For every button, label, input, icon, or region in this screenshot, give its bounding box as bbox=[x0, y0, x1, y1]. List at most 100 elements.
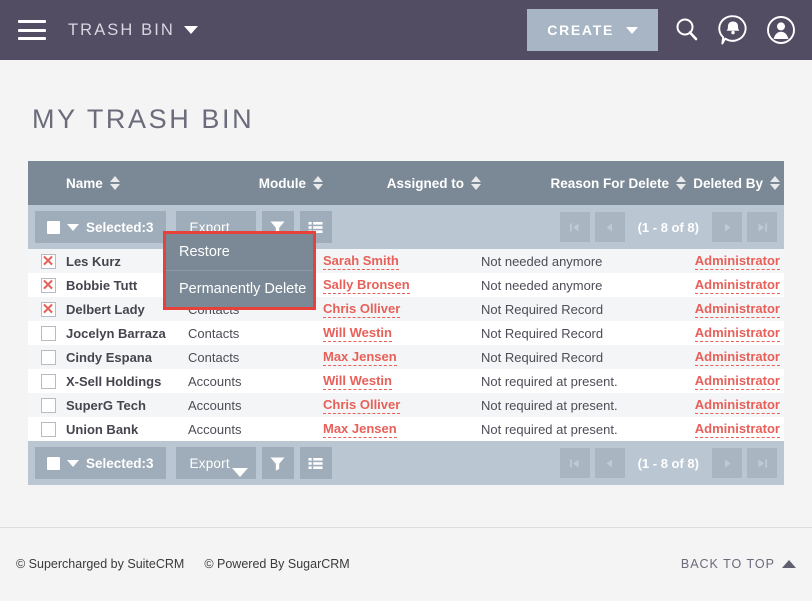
hamburger-menu-icon[interactable] bbox=[18, 20, 46, 40]
pagination-count-top: (1 - 8 of 8) bbox=[630, 220, 707, 235]
row-checkbox[interactable] bbox=[41, 398, 56, 413]
cell-assigned-to: Max Jensen bbox=[323, 421, 481, 438]
checked-x-icon: ✕ bbox=[42, 302, 55, 317]
deleted-by-link[interactable]: Administrator bbox=[695, 325, 780, 342]
notification-bell-icon[interactable] bbox=[716, 13, 750, 47]
cell-assigned-to: Sarah Smith bbox=[323, 253, 481, 270]
row-checkbox[interactable] bbox=[41, 374, 56, 389]
sort-arrows-icon bbox=[313, 176, 323, 190]
pagination-count-bottom: (1 - 8 of 8) bbox=[630, 456, 707, 471]
table-row: Cindy EspanaContactsMax JensenNot Requir… bbox=[28, 345, 784, 369]
cell-reason-for-delete: Not required at present. bbox=[481, 374, 686, 389]
search-icon[interactable] bbox=[672, 15, 702, 45]
assigned-to-link[interactable]: Max Jensen bbox=[323, 421, 397, 438]
chevron-down-icon bbox=[232, 468, 248, 477]
row-checkbox-cell bbox=[28, 398, 66, 413]
cell-module: Accounts bbox=[188, 398, 323, 413]
footer-credit-suitecrm: © Supercharged by SuiteCRM bbox=[16, 557, 184, 571]
dropdown-item-restore[interactable]: Restore bbox=[166, 234, 313, 270]
back-to-top-button[interactable]: BACK TO TOP bbox=[681, 557, 796, 571]
main-content: MY TRASH BIN Name Module Assigned to Rea… bbox=[0, 60, 812, 527]
sort-arrows-icon bbox=[676, 176, 686, 190]
module-title-label: TRASH BIN bbox=[68, 21, 175, 40]
column-header-assigned-to[interactable]: Assigned to bbox=[323, 176, 481, 191]
bottom-action-bar: Selected:3 Export bbox=[28, 441, 784, 485]
assigned-to-link[interactable]: Sally Bronsen bbox=[323, 277, 410, 294]
deleted-by-link[interactable]: Administrator bbox=[695, 397, 780, 414]
table-row: ✕Delbert LadyContactsChris OlliverNot Re… bbox=[28, 297, 784, 321]
row-checkbox-cell bbox=[28, 374, 66, 389]
assigned-to-link[interactable]: Will Westin bbox=[323, 325, 392, 342]
deleted-by-link[interactable]: Administrator bbox=[695, 349, 780, 366]
page-title: MY TRASH BIN bbox=[28, 60, 784, 161]
select-all-checkbox-icon bbox=[47, 221, 60, 234]
column-header-module[interactable]: Module bbox=[188, 176, 323, 191]
next-page-icon[interactable] bbox=[712, 448, 742, 478]
last-page-icon[interactable] bbox=[747, 212, 777, 242]
row-checkbox-cell bbox=[28, 326, 66, 341]
cell-reason-for-delete: Not required at present. bbox=[481, 398, 686, 413]
filter-funnel-icon[interactable] bbox=[262, 447, 294, 479]
module-title-dropdown[interactable]: TRASH BIN bbox=[68, 21, 198, 40]
selected-records-dropdown[interactable]: Selected:3 bbox=[35, 211, 166, 243]
first-page-icon[interactable] bbox=[560, 448, 590, 478]
row-checkbox[interactable]: ✕ bbox=[41, 302, 56, 317]
cell-assigned-to: Will Westin bbox=[323, 373, 481, 390]
cell-name: Jocelyn Barraza bbox=[66, 326, 188, 341]
navbar-actions: CREATE bbox=[527, 9, 798, 51]
column-header-module-label: Module bbox=[259, 176, 306, 191]
column-header-deleted-by[interactable]: Deleted By bbox=[686, 176, 784, 191]
assigned-to-link[interactable]: Will Westin bbox=[323, 373, 392, 390]
last-page-icon[interactable] bbox=[747, 448, 777, 478]
cell-deleted-by: Administrator bbox=[686, 373, 784, 390]
sort-arrows-icon bbox=[110, 176, 120, 190]
column-header-assigned-to-label: Assigned to bbox=[387, 176, 464, 191]
row-checkbox[interactable] bbox=[41, 350, 56, 365]
cell-reason-for-delete: Not Required Record bbox=[481, 302, 686, 317]
deleted-by-link[interactable]: Administrator bbox=[695, 373, 780, 390]
row-checkbox[interactable]: ✕ bbox=[41, 278, 56, 293]
row-checkbox[interactable] bbox=[41, 422, 56, 437]
cell-name: Union Bank bbox=[66, 422, 188, 437]
top-navbar: TRASH BIN CREATE bbox=[0, 0, 812, 60]
cell-reason-for-delete: Not required at present. bbox=[481, 422, 686, 437]
cell-deleted-by: Administrator bbox=[686, 301, 784, 318]
sort-arrows-icon bbox=[770, 176, 780, 190]
selected-records-dropdown-bottom[interactable]: Selected:3 bbox=[35, 447, 166, 479]
user-profile-icon[interactable] bbox=[764, 13, 798, 47]
table-row: Union BankAccountsMax JensenNot required… bbox=[28, 417, 784, 441]
deleted-by-link[interactable]: Administrator bbox=[695, 253, 780, 270]
create-button[interactable]: CREATE bbox=[527, 9, 658, 51]
assigned-to-link[interactable]: Max Jensen bbox=[323, 349, 397, 366]
row-checkbox-cell: ✕ bbox=[28, 278, 66, 293]
assigned-to-link[interactable]: Chris Olliver bbox=[323, 301, 400, 318]
cell-assigned-to: Will Westin bbox=[323, 325, 481, 342]
cell-deleted-by: Administrator bbox=[686, 277, 784, 294]
first-page-icon[interactable] bbox=[560, 212, 590, 242]
deleted-by-link[interactable]: Administrator bbox=[695, 421, 780, 438]
cell-reason-for-delete: Not needed anymore bbox=[481, 254, 686, 269]
column-chooser-icon[interactable] bbox=[300, 447, 332, 479]
selected-count-label-bottom: Selected:3 bbox=[86, 456, 154, 471]
dropdown-item-permanently-delete[interactable]: Permanently Delete bbox=[166, 270, 313, 307]
export-dropdown-button-bottom[interactable]: Export bbox=[176, 447, 256, 479]
assigned-to-link[interactable]: Sarah Smith bbox=[323, 253, 399, 270]
table-row: ✕Les KurzContactsSarah SmithNot needed a… bbox=[28, 249, 784, 273]
row-checkbox[interactable] bbox=[41, 326, 56, 341]
row-checkbox[interactable]: ✕ bbox=[41, 254, 56, 269]
deleted-by-link[interactable]: Administrator bbox=[695, 277, 780, 294]
column-header-name[interactable]: Name bbox=[66, 176, 188, 191]
assigned-to-link[interactable]: Chris Olliver bbox=[323, 397, 400, 414]
footer-credit-sugarcrm: © Powered By SugarCRM bbox=[204, 557, 349, 571]
table-row: X-Sell HoldingsAccountsWill WestinNot re… bbox=[28, 369, 784, 393]
deleted-by-link[interactable]: Administrator bbox=[695, 301, 780, 318]
previous-page-icon[interactable] bbox=[595, 212, 625, 242]
column-header-deleted-by-label: Deleted By bbox=[693, 176, 763, 191]
column-header-reason-for-delete[interactable]: Reason For Delete bbox=[481, 176, 686, 191]
pagination-top: (1 - 8 of 8) bbox=[560, 212, 777, 242]
column-header-name-label: Name bbox=[66, 176, 103, 191]
cell-reason-for-delete: Not needed anymore bbox=[481, 278, 686, 293]
chevron-down-icon bbox=[67, 224, 79, 231]
previous-page-icon[interactable] bbox=[595, 448, 625, 478]
next-page-icon[interactable] bbox=[712, 212, 742, 242]
